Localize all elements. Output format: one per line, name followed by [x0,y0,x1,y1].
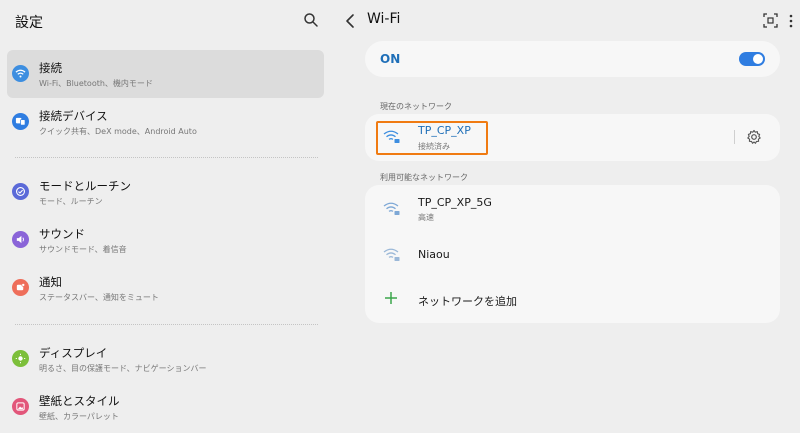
wifi-toggle-label: ON [380,52,401,66]
divider [15,324,318,325]
sidebar-item-sublabel: クイック共有、DeX mode、Android Auto [39,127,197,136]
sidebar-item-display[interactable]: ディスプレイ 明るさ、目の保護モード、ナビゲーションバー [7,335,324,383]
gear-icon[interactable] [746,129,762,145]
available-networks-section-label: 利用可能なネットワーク [380,173,468,182]
volume-icon [12,231,29,248]
wifi-toggle-row[interactable]: ON [365,41,780,77]
search-icon[interactable] [303,12,319,28]
sidebar-item-label: 通知 [39,275,62,289]
toggle-knob [753,54,763,64]
sidebar-item-notifications[interactable]: 通知 ステータスバー、通知をミュート [7,264,324,312]
sidebar-item-sublabel: モード、ルーチン [39,197,103,206]
wifi-toggle-switch[interactable] [739,52,765,66]
qr-scan-icon[interactable] [763,13,778,28]
sidebar-item-label: モードとルーチン [39,179,131,193]
sidebar-item-modes-routines[interactable]: モードとルーチン モード、ルーチン [7,168,324,216]
wallpaper-icon [12,398,29,415]
wifi-icon [12,65,29,82]
sidebar-item-sublabel: ステータスバー、通知をミュート [39,293,159,302]
devices-icon [12,113,29,130]
sidebar-item-sublabel: 壁紙、カラーパレット [39,412,119,421]
wifi-title: Wi-Fi [367,11,401,27]
sidebar-item-connections[interactable]: 接続 Wi-Fi、Bluetooth、機内モード [7,50,324,98]
sidebar-item-wallpaper-style[interactable]: 壁紙とスタイル 壁紙、カラーパレット [7,383,324,431]
sidebar-item-label: ディスプレイ [39,346,108,360]
network-name-niaou[interactable]: Niaou [418,248,450,261]
add-network-button[interactable]: ネットワークを追加 [418,293,517,309]
vertical-separator [734,130,735,144]
current-network-highlight [376,121,488,155]
sidebar-item-label: サウンド [39,227,85,241]
brightness-icon [12,350,29,367]
sidebar-item-sublabel: Wi-Fi、Bluetooth、機内モード [39,79,153,88]
plus-icon[interactable] [384,291,398,305]
wifi-secure-icon [383,248,400,261]
notification-icon [12,279,29,296]
page-title: 設定 [15,15,43,31]
sidebar-item-label: 接続 [39,61,62,75]
sidebar-item-label: 壁紙とスタイル [39,394,120,408]
wifi-secure-icon [383,202,400,215]
check-circle-icon [12,183,29,200]
sidebar-item-label: 接続デバイス [39,109,108,123]
network-speed-label: 高速 [418,213,434,222]
settings-pane: 設定 接続 Wi-Fi、Bluetooth、機内モード 接続デバイス クイック共… [0,0,332,433]
back-icon[interactable] [344,13,356,29]
more-options-icon[interactable] [788,13,794,29]
divider [15,157,318,158]
current-network-section-label: 現在のネットワーク [380,102,452,111]
network-name-tp-cp-xp-5g[interactable]: TP_CP_XP_5G [418,196,492,209]
sidebar-item-sound[interactable]: サウンド サウンドモード、着信音 [7,216,324,264]
sidebar-item-sublabel: サウンドモード、着信音 [39,245,127,254]
settings-header: 設定 [0,0,332,44]
wifi-pane: Wi-Fi ON 現在のネットワーク TP_CP_XP 接続済み 利用可能なネッ… [332,0,800,433]
sidebar-item-sublabel: 明るさ、目の保護モード、ナビゲーションバー [39,364,207,373]
sidebar-item-connected-devices[interactable]: 接続デバイス クイック共有、DeX mode、Android Auto [7,98,324,146]
